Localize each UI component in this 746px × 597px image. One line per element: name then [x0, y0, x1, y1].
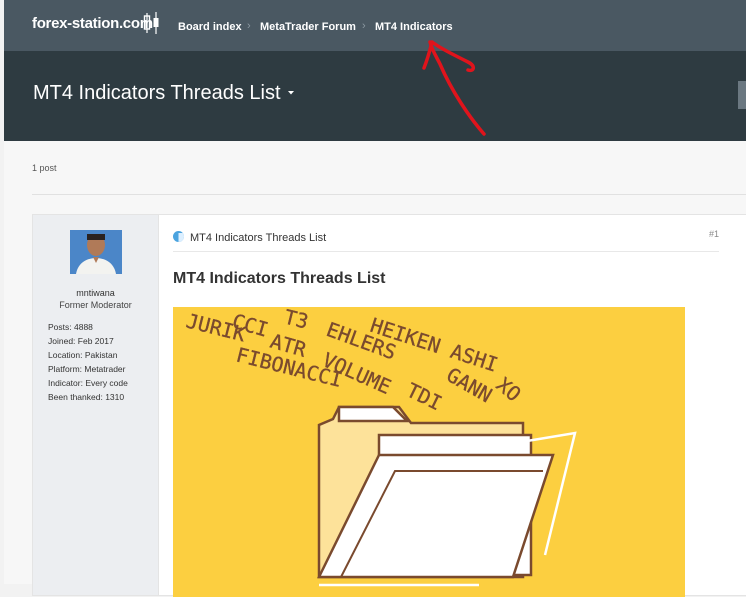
post-icon — [173, 231, 184, 242]
stat-location: Location: Pakistan — [48, 350, 118, 360]
stat-thanked: Been thanked: 1310 — [48, 392, 125, 402]
banner-word: XO — [492, 372, 526, 406]
breadcrumb-separator: › — [362, 20, 366, 32]
breadcrumb-board-index[interactable]: Board index — [178, 21, 242, 33]
stat-joined: Joined: Feb 2017 — [48, 336, 114, 346]
post-header: MT4 Indicators Threads List #1 — [173, 229, 719, 252]
post-profile: mntiwana Former Moderator Posts: 4888 Jo… — [33, 215, 159, 595]
username[interactable]: mntiwana — [33, 288, 158, 298]
candlestick-logo-icon[interactable] — [142, 12, 162, 34]
post-subject[interactable]: MT4 Indicators Threads List — [190, 232, 326, 244]
user-rank: Former Moderator — [59, 300, 132, 310]
post-title: MT4 Indicators Threads List — [173, 270, 386, 287]
breadcrumb-separator: › — [247, 20, 251, 32]
stat-platform: Platform: Metatrader — [48, 364, 126, 374]
banner-image: HEIKEN ASHI T3 EHLERS GANN XO CCI ATR VO… — [173, 307, 685, 597]
stat-indicator: Indicator: Every code — [48, 378, 128, 388]
post-count: 1 post — [32, 163, 57, 173]
page-header: MT4 Indicators Threads List — [4, 51, 746, 141]
page-title[interactable]: MT4 Indicators Threads List — [33, 82, 281, 105]
stat-posts: Posts: 4888 — [48, 322, 93, 332]
post-number[interactable]: #1 — [709, 229, 719, 239]
post: mntiwana Former Moderator Posts: 4888 Jo… — [32, 214, 746, 597]
header-side-button[interactable] — [738, 81, 746, 109]
chevron-down-icon[interactable] — [286, 89, 296, 97]
topic-content: 1 post mntiwana Former Moderator Posts: … — [4, 141, 746, 597]
banner-word: T3 — [282, 307, 311, 334]
folder-illustration: HEIKEN ASHI T3 EHLERS GANN XO CCI ATR VO… — [184, 307, 577, 587]
avatar[interactable] — [70, 230, 122, 274]
site-logo[interactable]: forex-station.com — [32, 15, 153, 32]
top-nav-bar: forex-station.com Board index › MetaTrad… — [4, 0, 746, 51]
banner-word: TDI — [403, 378, 446, 415]
breadcrumb-metatrader-forum[interactable]: MetaTrader Forum — [260, 21, 356, 33]
breadcrumb-mt4-indicators[interactable]: MT4 Indicators — [375, 21, 453, 33]
user-stats: Posts: 4888 Joined: Feb 2017 Location: P… — [48, 320, 128, 404]
divider — [32, 194, 746, 195]
avatar-image — [70, 230, 122, 274]
